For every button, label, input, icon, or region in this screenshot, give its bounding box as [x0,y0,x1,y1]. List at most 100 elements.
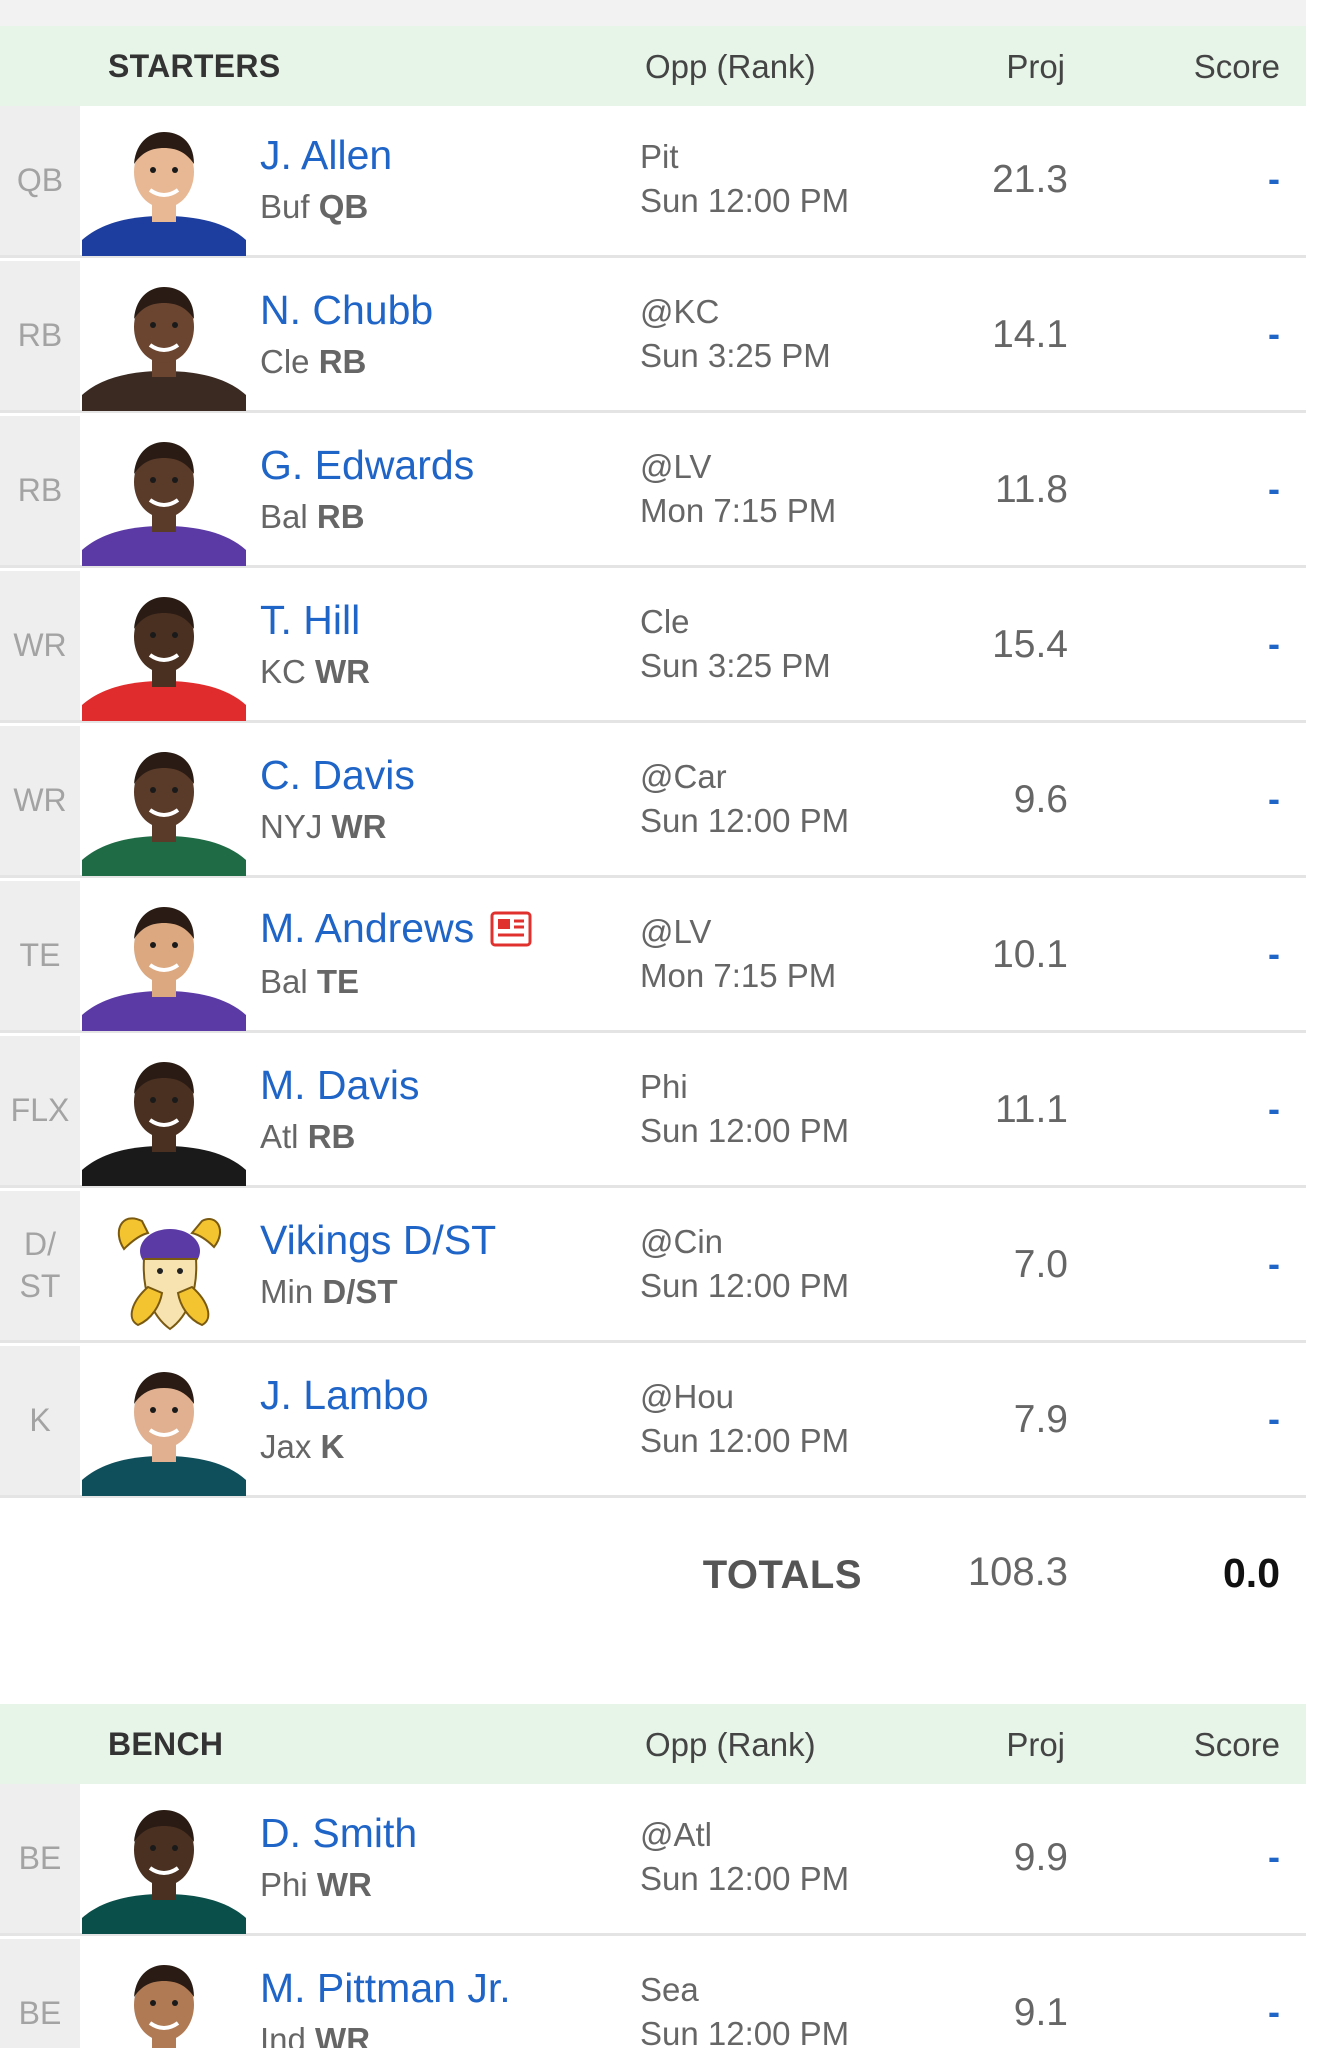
player-team-position: Ind WR [260,2021,370,2048]
opp-column-header[interactable]: Opp (Rank) [645,1726,816,1764]
slot-label: FLX [10,1091,70,1128]
projected-points: 9.6 [1013,778,1068,821]
player-name-link[interactable]: M. Pittman Jr. [260,1965,511,2012]
slot-cell[interactable]: BE [0,1939,80,2048]
player-team-position: Min D/ST [260,1273,398,1311]
opponent[interactable]: @Atl [640,1816,712,1854]
player-name-link[interactable]: M. Davis [260,1062,419,1109]
player-headshot[interactable] [82,1046,246,1186]
player-headshot[interactable] [82,891,246,1031]
player-row[interactable]: QB J. Allen Buf QB Pit Sun 12:00 PM 21.3 - [0,106,1306,258]
player-team: Jax [260,1428,312,1465]
slot-cell[interactable]: FLX [0,1036,80,1185]
projected-points: 9.1 [1013,1991,1068,2034]
slot-label: WR [13,626,67,663]
slot-cell[interactable]: TE [0,881,80,1030]
player-row[interactable]: BE D. Smith Phi WR @Atl Sun 12:00 PM 9.9 - [0,1784,1306,1936]
projected-points: 7.9 [1013,1398,1068,1441]
player-name-link[interactable]: M. Andrews [260,905,474,952]
player-row[interactable]: D/ ST Vikings D/ST Min D/ST @Cin Sun 12:00 P… [0,1191,1306,1343]
player-row[interactable]: RB G. Edwards Bal RB @LV Mon 7:15 PM 11.8 - [0,416,1306,568]
player-row[interactable]: BE M. Pittman Jr. Ind WR Sea Sun 12:00 PM 9.1… [0,1939,1306,2048]
player-headshot[interactable] [82,1356,246,1496]
starters-title: STARTERS [108,48,281,84]
game-time: Mon 7:15 PM [640,957,837,994]
player-name-link[interactable]: D. Smith [260,1810,417,1857]
projected-points: 21.3 [992,158,1068,201]
slot-cell[interactable]: RB [0,261,80,410]
opponent[interactable]: @LV [640,913,711,951]
player-headshot-icon [82,1062,246,1186]
slot-label: QB [16,161,64,198]
score-value: - [1268,313,1280,354]
player-team-position: Bal RB [260,498,365,536]
player-headshot-icon [82,442,246,566]
player-position: D/ST [322,1273,398,1310]
slot-cell[interactable]: WR [0,571,80,720]
player-headshot[interactable] [82,1201,246,1341]
player-team-position: Jax K [260,1428,344,1466]
bench-header: BENCH Opp (Rank) Proj Score [0,1704,1306,1784]
opponent[interactable]: @Cin [640,1223,723,1261]
opponent[interactable]: Pit [640,138,679,176]
slot-label: TE [19,936,61,973]
slot-cell[interactable]: BE [0,1784,80,1933]
opponent[interactable]: Phi [640,1068,688,1106]
player-row[interactable]: TE M. Andrews Bal TE @LV Mon 7:15 PM 10.1 - [0,881,1306,1033]
player-name-link[interactable]: C. Davis [260,752,415,799]
proj-column-header[interactable]: Proj [985,1726,1065,1764]
bench-title: BENCH [108,1726,224,1762]
slot-label: D/ ST [19,1225,61,1304]
player-headshot-icon [82,1372,246,1496]
player-row[interactable]: FLX M. Davis Atl RB Phi Sun 12:00 PM 11.1 - [0,1036,1306,1188]
opponent[interactable]: @Car [640,758,727,796]
player-name-link[interactable]: G. Edwards [260,442,474,489]
slot-cell[interactable]: WR [0,726,80,875]
player-headshot[interactable] [82,736,246,876]
opponent[interactable]: @LV [640,448,711,486]
game-time: Sun 3:25 PM [640,647,831,684]
player-name-group: M. Andrews [260,905,532,952]
player-team-position: Cle RB [260,343,366,381]
score-column-header[interactable]: Score [1150,48,1280,86]
player-row[interactable]: K J. Lambo Jax K @Hou Sun 12:00 PM 7.9 - [0,1346,1306,1498]
slot-cell[interactable]: D/ ST [0,1191,80,1340]
player-team: NYJ [260,808,323,845]
projected-points: 11.8 [994,468,1068,511]
player-headshot-icon [134,1965,194,2048]
proj-column-header[interactable]: Proj [985,48,1065,86]
opponent[interactable]: Sea [640,1971,699,2009]
player-headshot[interactable] [82,581,246,721]
player-row[interactable]: WR C. Davis NYJ WR @Car Sun 12:00 PM 9.6 - [0,726,1306,878]
player-name-link[interactable]: J. Lambo [260,1372,429,1419]
player-headshot[interactable] [82,271,246,411]
player-name-link[interactable]: T. Hill [260,597,360,644]
score-column-header[interactable]: Score [1150,1726,1280,1764]
player-headshot[interactable] [82,426,246,566]
projected-points: 10.1 [992,933,1068,976]
slot-cell[interactable]: RB [0,416,80,565]
opponent[interactable]: @KC [640,293,719,331]
score-value: - [1268,1243,1280,1284]
player-name-link[interactable]: J. Allen [260,132,392,179]
slot-label: K [29,1401,51,1438]
player-team: Atl [260,1118,299,1155]
player-row[interactable]: WR T. Hill KC WR Cle Sun 3:25 PM 15.4 - [0,571,1306,723]
totals-score: 0.0 [1223,1550,1280,1596]
player-row[interactable]: RB N. Chubb Cle RB @KC Sun 3:25 PM 14.1 - [0,261,1306,413]
player-position: QB [318,188,369,225]
opponent[interactable]: @Hou [640,1378,734,1416]
opp-column-header[interactable]: Opp (Rank) [645,48,816,86]
player-headshot[interactable] [82,116,246,256]
slot-cell[interactable]: K [0,1346,80,1495]
projected-points: 9.9 [1013,1836,1068,1879]
opponent[interactable]: Cle [640,603,690,641]
news-icon[interactable] [490,911,532,947]
player-name-link[interactable]: N. Chubb [260,287,433,334]
player-headshot-icon [82,132,246,256]
player-headshot[interactable] [82,1949,246,2048]
player-position: WR [315,2021,371,2048]
player-headshot[interactable] [82,1794,246,1934]
slot-cell[interactable]: QB [0,106,80,255]
player-name-link[interactable]: Vikings D/ST [260,1217,496,1264]
